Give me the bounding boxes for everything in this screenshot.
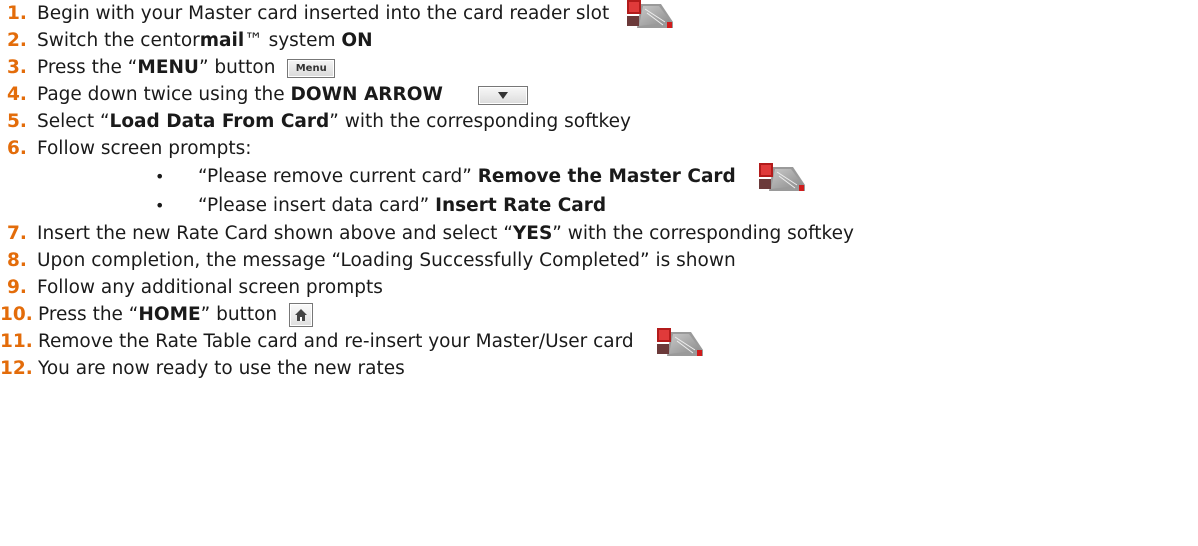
menu-key-icon: Menu <box>287 58 336 78</box>
step-number: 3. <box>7 57 27 78</box>
step-item: 9. Follow any additional screen prompts <box>0 274 1198 301</box>
step-number: 2. <box>7 30 27 51</box>
step-fragment: ™ system <box>244 30 342 51</box>
step-text: You are now ready to use the new rates <box>38 358 405 379</box>
step-emphasis: Load Data From Card <box>109 111 330 132</box>
step-fragment: Switch the centor <box>37 30 200 51</box>
step-emphasis: ON <box>341 30 373 51</box>
prompt-action: Insert Rate Card <box>435 195 607 216</box>
prompt-text: “Please insert data card” Insert Rate Ca… <box>198 191 606 220</box>
step-fragment: Page down twice using the <box>37 84 291 105</box>
master-card-icon <box>626 0 673 28</box>
step-text: Press the “HOME” button <box>38 304 277 325</box>
prompt-quote: “Please remove current card” <box>198 166 478 187</box>
down-arrow-icon <box>478 85 529 105</box>
step-text: Remove the Rate Table card and re-insert… <box>38 331 634 352</box>
step-item: 8. Upon completion, the message “Loading … <box>0 247 1198 274</box>
step-text: Upon completion, the message “Loading Su… <box>37 250 736 271</box>
prompt-quote: “Please insert data card” <box>198 195 436 216</box>
master-card-icon <box>759 163 806 191</box>
step-item: 3. Press the “MENU” button Menu <box>0 54 1198 81</box>
step-text: Press the “MENU” button <box>37 57 275 78</box>
step-fragment: ” with the corresponding softkey <box>552 223 854 244</box>
steps-list: 1. Begin with your Master card inserted i… <box>0 0 1198 382</box>
step-number: 9. <box>7 277 27 298</box>
step-emphasis: MENU <box>137 57 199 78</box>
step-text: Begin with your Master card inserted int… <box>37 3 609 24</box>
step-item: 6. Follow screen prompts: <box>0 135 1198 162</box>
step-emphasis: HOME <box>138 304 201 325</box>
step-fragment: ” button <box>198 57 276 78</box>
step-item: 7. Insert the new Rate Card shown above a… <box>0 220 1198 247</box>
step-fragment: ” button <box>200 304 278 325</box>
step-number: 8. <box>7 250 27 271</box>
step-number: 11. <box>0 331 33 352</box>
step-fragment: Insert the new Rate Card shown above and… <box>37 223 513 244</box>
step-emphasis: DOWN ARROW <box>290 84 443 105</box>
step-fragment: Press the “ <box>37 57 138 78</box>
step-fragment: Press the “ <box>38 304 139 325</box>
step-item: 10. Press the “HOME” button <box>0 301 1198 328</box>
step-item: 12. You are now ready to use the new rate… <box>0 355 1198 382</box>
prompt-item: • “Please insert data card” Insert Rate C… <box>0 191 1198 220</box>
instructions-page: 1. Begin with your Master card inserted i… <box>0 0 1198 546</box>
step-text: Select “Load Data From Card” with the co… <box>37 111 631 132</box>
step-item: 11. Remove the Rate Table card and re-ins… <box>0 328 1198 356</box>
step-fragment: Begin with your Master card inserted int… <box>37 3 610 24</box>
home-icon <box>288 303 313 327</box>
bullet-icon: • <box>155 196 165 215</box>
bullet-icon: • <box>155 167 165 186</box>
step-fragment: Follow any additional screen prompts <box>37 277 383 298</box>
step-text: Page down twice using the DOWN ARROW <box>37 84 443 105</box>
step-number: 5. <box>7 111 27 132</box>
user-card-icon <box>657 328 704 356</box>
step-number: 1. <box>7 3 27 24</box>
step-number: 12. <box>0 358 33 379</box>
step-text: Insert the new Rate Card shown above and… <box>37 223 854 244</box>
step-text: Follow any additional screen prompts <box>37 277 383 298</box>
step-item: 1. Begin with your Master card inserted i… <box>0 0 1198 28</box>
step-item: 4. Page down twice using the DOWN ARROW <box>0 81 1198 108</box>
step-number: 6. <box>7 138 27 159</box>
step-fragment: Remove the Rate Table card and re-insert… <box>38 331 634 352</box>
step-number: 7. <box>7 223 27 244</box>
prompt-action: Remove the Master Card <box>477 166 736 187</box>
step-item: 5. Select “Load Data From Card” with the … <box>0 108 1198 135</box>
step-item: 2. Switch the centormail™ system ON <box>0 27 1198 54</box>
step-text: Switch the centormail™ system ON <box>37 30 373 51</box>
step-emphasis: YES <box>512 223 553 244</box>
prompt-text: “Please remove current card” Remove the … <box>198 162 806 191</box>
step-number: 4. <box>7 84 27 105</box>
step-fragment: Follow screen prompts: <box>37 138 252 159</box>
step-text: Follow screen prompts: <box>37 138 251 159</box>
step-fragment: Upon completion, the message “Loading Su… <box>37 250 736 271</box>
step-fragment: You are now ready to use the new rates <box>38 358 405 379</box>
step-fragment: ” with the corresponding softkey <box>329 111 631 132</box>
step-emphasis: mail <box>199 30 245 51</box>
prompt-item: • “Please remove current card” Remove the… <box>0 162 1198 191</box>
step-number: 10. <box>0 304 33 325</box>
step-fragment: Select “ <box>37 111 110 132</box>
